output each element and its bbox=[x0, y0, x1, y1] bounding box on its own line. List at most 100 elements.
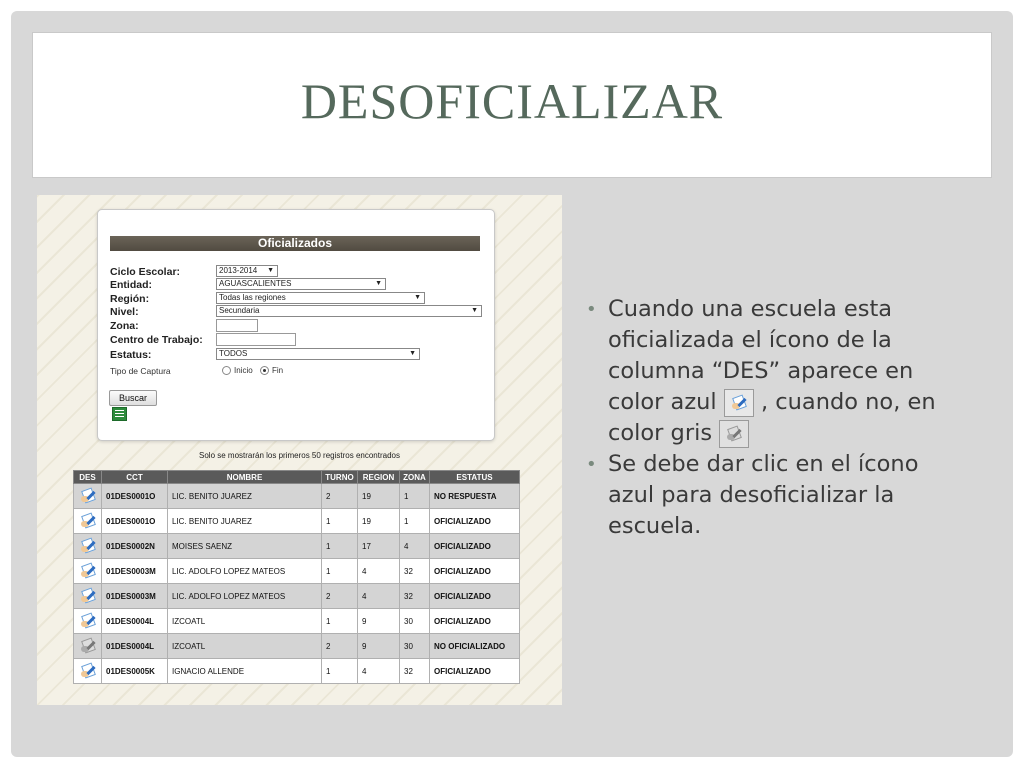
col-header-nombre: NOMBRE bbox=[167, 470, 322, 484]
turno-cell: 2 bbox=[321, 633, 358, 659]
nivel-select[interactable]: Secundaria ▼ bbox=[216, 305, 482, 317]
region-label: Región: bbox=[110, 293, 150, 305]
zona-cell: 30 bbox=[399, 608, 430, 634]
zona-cell: 32 bbox=[399, 558, 430, 584]
table-row: 01DES0002N MOISES SAENZ 1 17 4 OFICIALIZADO bbox=[73, 533, 520, 559]
zona-cell: 30 bbox=[399, 633, 430, 659]
tipo-captura-label: Tipo de Captura bbox=[110, 366, 171, 376]
region-cell: 9 bbox=[357, 608, 400, 634]
bullet-marker: • bbox=[586, 454, 597, 475]
zona-cell: 32 bbox=[399, 658, 430, 684]
estatus-cell: NO OFICIALIZADO bbox=[429, 633, 520, 659]
des-cell bbox=[73, 583, 102, 609]
estatus-label: Estatus: bbox=[110, 349, 152, 361]
des-cell bbox=[73, 508, 102, 534]
table-row: 01DES0003M LIC. ADOLFO LOPEZ MATEOS 2 4 32 OF… bbox=[73, 583, 520, 609]
bullet-marker: • bbox=[586, 299, 597, 320]
estatus-cell: OFICIALIZADO bbox=[429, 658, 520, 684]
des-blue-icon[interactable] bbox=[80, 487, 96, 504]
table-row: 01DES0004L IZCOATL 1 9 30 OFICIALIZADO bbox=[73, 608, 520, 634]
des-cell bbox=[73, 533, 102, 559]
col-header-turno: TURNO bbox=[321, 470, 358, 484]
region-cell: 4 bbox=[357, 658, 400, 684]
panel-title: Oficializados bbox=[110, 236, 480, 251]
radio-dot-selected bbox=[260, 366, 269, 376]
turno-cell: 2 bbox=[321, 583, 358, 609]
nombre-cell: LIC. BENITO JUAREZ bbox=[167, 508, 322, 534]
des-cell bbox=[73, 483, 102, 509]
zona-cell: 1 bbox=[399, 483, 430, 509]
zona-label: Zona: bbox=[110, 320, 139, 332]
entidad-select[interactable]: AGUASCALIENTES ▼ bbox=[216, 278, 386, 290]
cct-cell: 01DES0001O bbox=[101, 508, 168, 534]
cct-cell: 01DES0003M bbox=[101, 583, 168, 609]
des-cell bbox=[73, 633, 102, 659]
region-cell: 4 bbox=[357, 558, 400, 584]
estatus-cell: OFICIALIZADO bbox=[429, 533, 520, 559]
nombre-cell: LIC. ADOLFO LOPEZ MATEOS bbox=[167, 558, 322, 584]
turno-cell: 1 bbox=[321, 533, 358, 559]
table-row: 01DES0001O LIC. BENITO JUAREZ 2 19 1 NO RESPU… bbox=[73, 483, 520, 509]
table-row: 01DES0005K IGNACIO ALLENDE 1 4 32 OFICIALIZAD… bbox=[73, 658, 520, 684]
col-header-zona: ZONA bbox=[399, 470, 430, 484]
table-row: 01DES0001O LIC. BENITO JUAREZ 1 19 1 OFICIALI… bbox=[73, 508, 520, 534]
zona-input[interactable] bbox=[216, 319, 258, 332]
col-header-estatus: ESTATUS bbox=[429, 470, 520, 484]
region-cell: 17 bbox=[357, 533, 400, 559]
des-blue-icon[interactable] bbox=[80, 562, 96, 579]
turno-cell: 1 bbox=[321, 558, 358, 584]
cct-cell: 01DES0003M bbox=[101, 558, 168, 584]
region-cell: 9 bbox=[357, 633, 400, 659]
nombre-cell: IZCOATL bbox=[167, 608, 322, 634]
des-blue-icon[interactable] bbox=[80, 587, 96, 604]
zona-cell: 1 bbox=[399, 508, 430, 534]
nombre-cell: IGNACIO ALLENDE bbox=[167, 658, 322, 684]
bullet-list: • Cuando una escuela esta oficializada e… bbox=[586, 294, 966, 542]
centro-input[interactable] bbox=[216, 333, 296, 346]
zona-cell: 4 bbox=[399, 533, 430, 559]
excel-export-icon[interactable] bbox=[112, 407, 127, 421]
nombre-cell: LIC. ADOLFO LOPEZ MATEOS bbox=[167, 583, 322, 609]
nombre-cell: IZCOATL bbox=[167, 633, 322, 659]
entidad-label: Entidad: bbox=[110, 279, 152, 291]
des-blue-icon[interactable] bbox=[80, 537, 96, 554]
cct-cell: 01DES0004L bbox=[101, 633, 168, 659]
des-gray-icon-sample bbox=[719, 419, 750, 448]
turno-cell: 1 bbox=[321, 608, 358, 634]
nombre-cell: LIC. BENITO JUAREZ bbox=[167, 483, 322, 509]
centro-label: Centro de Trabajo: bbox=[110, 334, 203, 346]
radio-fin[interactable]: Fin bbox=[260, 366, 283, 376]
chevron-down-icon: ▼ bbox=[471, 307, 478, 314]
des-cell bbox=[73, 558, 102, 584]
radio-inicio[interactable]: Inicio bbox=[222, 366, 253, 376]
turno-cell: 1 bbox=[321, 508, 358, 534]
des-cell bbox=[73, 608, 102, 634]
chevron-down-icon: ▼ bbox=[414, 294, 421, 301]
col-header-region: REGION bbox=[357, 470, 400, 484]
table-row: 01DES0003M LIC. ADOLFO LOPEZ MATEOS 1 4 32 OF… bbox=[73, 558, 520, 584]
region-select[interactable]: Todas las regiones ▼ bbox=[216, 292, 425, 304]
estatus-cell: OFICIALIZADO bbox=[429, 508, 520, 534]
col-header-des: DES bbox=[73, 470, 102, 484]
estatus-cell: NO RESPUESTA bbox=[429, 483, 520, 509]
des-blue-icon-sample bbox=[723, 388, 754, 417]
results-note: Solo se mostrarán los primeros 50 regist… bbox=[199, 451, 400, 460]
results-table: DES CCT NOMBRE TURNO REGION ZONA ESTATUS… bbox=[73, 470, 520, 684]
des-cell bbox=[73, 658, 102, 684]
region-cell: 19 bbox=[357, 508, 400, 534]
estatus-select[interactable]: TODOS ▼ bbox=[216, 348, 420, 360]
des-blue-icon[interactable] bbox=[80, 662, 96, 679]
des-blue-icon[interactable] bbox=[80, 612, 96, 629]
des-gray-icon[interactable] bbox=[80, 637, 96, 654]
ciclo-select[interactable]: 2013-2014 ▼ bbox=[216, 265, 278, 277]
region-cell: 4 bbox=[357, 583, 400, 609]
buscar-button[interactable]: Buscar bbox=[109, 390, 157, 406]
bullet-item: • Cuando una escuela esta oficializada e… bbox=[586, 296, 936, 448]
chevron-down-icon: ▼ bbox=[409, 350, 416, 357]
search-panel: Oficializados Ciclo Escolar: 2013-2014 ▼ … bbox=[97, 209, 495, 441]
chevron-down-icon: ▼ bbox=[267, 267, 274, 274]
des-blue-icon[interactable] bbox=[80, 512, 96, 529]
table-body: 01DES0001O LIC. BENITO JUAREZ 2 19 1 NO RESPU… bbox=[73, 483, 520, 684]
region-cell: 19 bbox=[357, 483, 400, 509]
turno-cell: 2 bbox=[321, 483, 358, 509]
